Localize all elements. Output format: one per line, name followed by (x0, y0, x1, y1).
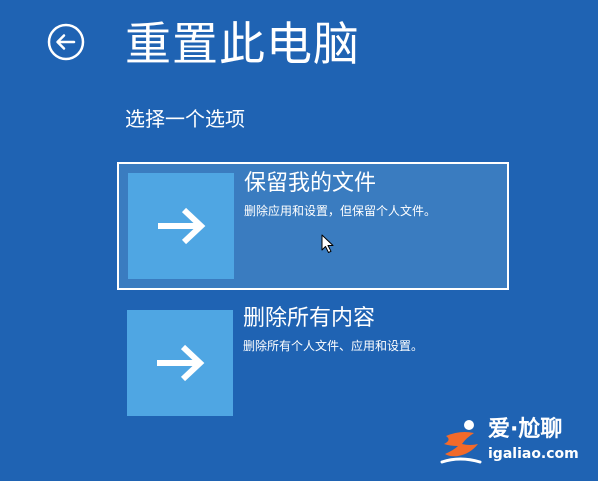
option-title: 删除所有内容 (243, 306, 376, 331)
option-remove-everything[interactable]: 删除所有内容 删除所有个人文件、应用和设置。 (117, 300, 509, 424)
option-tile (127, 310, 233, 416)
option-description: 删除应用和设置，但保留个人文件。 (244, 204, 437, 218)
watermark-brand: 爱·尬聊 (488, 417, 563, 442)
watermark-url: igaliao.com (488, 446, 579, 462)
back-button[interactable] (47, 23, 85, 61)
watermark-logo-icon (440, 420, 482, 464)
watermark: 爱·尬聊 igaliao.com (440, 414, 590, 470)
reset-pc-screen: 重置此电脑 选择一个选项 保留我的文件 删除应用和设置，但保留个人文件。 删除所… (0, 0, 598, 481)
arrow-right-icon (158, 207, 206, 245)
option-tile (128, 173, 234, 279)
mouse-pointer-icon (321, 234, 334, 253)
option-keep-my-files[interactable]: 保留我的文件 删除应用和设置，但保留个人文件。 (117, 162, 509, 290)
page-subtitle: 选择一个选项 (125, 107, 245, 131)
arrow-right-icon (157, 344, 205, 382)
option-title: 保留我的文件 (244, 171, 377, 196)
page-title: 重置此电脑 (125, 17, 360, 71)
back-arrow-icon (47, 23, 85, 61)
option-description: 删除所有个人文件、应用和设置。 (243, 339, 424, 353)
